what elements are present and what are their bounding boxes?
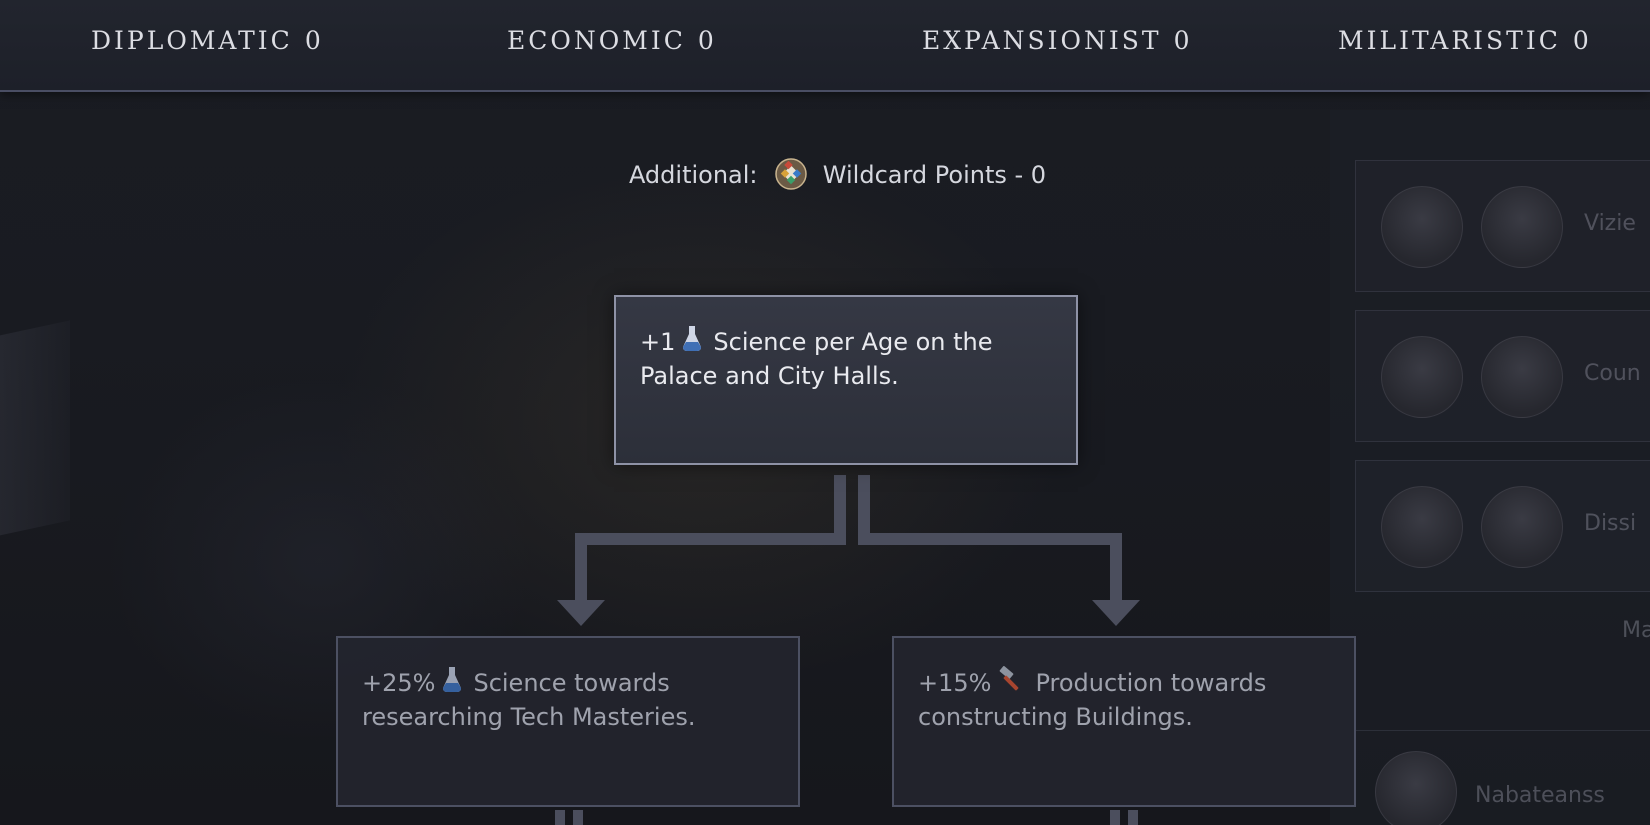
tab-points: 0 <box>1173 26 1193 55</box>
side-label: Ma <box>1622 618 1650 643</box>
legacy-node-left[interactable]: +25% Science towards researching Tech Ma… <box>336 636 800 807</box>
tab-points: 0 <box>1572 26 1592 55</box>
wildcard-points-line: Additional: Wildcard Points - 0 <box>0 158 1650 190</box>
legacy-tree-screen: Vizie Coun Dissi Ma Nabateanss DIPLOMATI… <box>0 0 1650 825</box>
side-footer[interactable]: Nabateanss <box>1355 730 1650 825</box>
tab-points: 0 <box>697 26 717 55</box>
wildcard-icon <box>775 158 807 190</box>
node-amount: +1 <box>640 328 676 356</box>
leader-portrait <box>1381 186 1463 268</box>
tab-label: ECONOMIC <box>507 26 686 55</box>
tab-expansionist[interactable]: EXPANSIONIST 0 <box>922 26 1192 55</box>
tab-label: MILITARISTIC <box>1338 26 1561 55</box>
legacy-node-root[interactable]: +1 Science per Age on the Palace and Cit… <box>614 295 1078 465</box>
side-card[interactable]: Dissi <box>1355 460 1650 592</box>
node-amount: +15% <box>918 669 992 697</box>
tab-economic[interactable]: ECONOMIC 0 <box>507 26 717 55</box>
leader-portrait <box>1381 486 1463 568</box>
side-card[interactable]: Coun <box>1355 310 1650 442</box>
leader-portrait <box>1481 186 1563 268</box>
tab-label: EXPANSIONIST <box>922 26 1162 55</box>
civ-name: Nabateanss <box>1475 783 1605 808</box>
leader-portrait <box>1481 486 1563 568</box>
leader-portrait <box>1481 336 1563 418</box>
tab-diplomatic[interactable]: DIPLOMATIC 0 <box>91 26 324 55</box>
node-amount: +25% <box>362 669 436 697</box>
background-banner <box>0 320 70 540</box>
side-card-label: Dissi <box>1584 511 1637 536</box>
attribute-tabs-bar: DIPLOMATIC 0 ECONOMIC 0 EXPANSIONIST 0 MILI… <box>0 0 1650 92</box>
science-flask-icon <box>441 666 463 694</box>
tab-militaristic[interactable]: MILITARISTIC 0 <box>1338 26 1592 55</box>
side-card-label: Coun <box>1584 361 1641 386</box>
additional-prefix: Additional: <box>628 161 758 189</box>
wildcard-points-text: Wildcard Points - 0 <box>822 161 1047 189</box>
legacy-node-right[interactable]: +15% Production towards constructing Bui… <box>892 636 1356 807</box>
side-card-label: Vizie <box>1584 211 1636 236</box>
civ-portrait <box>1375 751 1457 825</box>
leader-portrait <box>1381 336 1463 418</box>
science-flask-icon <box>681 325 703 353</box>
tab-label: DIPLOMATIC <box>91 26 293 55</box>
tab-points: 0 <box>304 26 324 55</box>
production-hammer-icon <box>997 666 1025 694</box>
